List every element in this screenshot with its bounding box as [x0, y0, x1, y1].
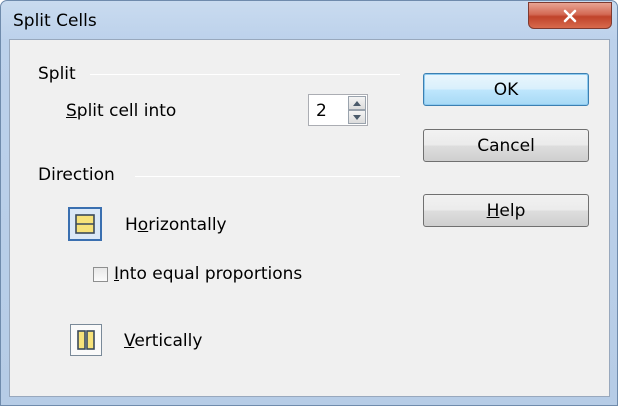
horizontally-label[interactable]: Horizontally — [125, 215, 227, 235]
horizontally-option-button[interactable] — [68, 207, 102, 241]
split-cell-into-label: Split cell into — [66, 101, 177, 121]
help-button[interactable]: Help — [423, 194, 589, 227]
dialog-title: Split Cells — [13, 11, 97, 31]
close-icon — [563, 9, 577, 22]
chevron-up-icon — [353, 100, 361, 106]
title-bar[interactable]: Split Cells — [1, 1, 617, 41]
split-group-label: Split — [38, 64, 76, 84]
direction-group-divider — [135, 176, 400, 177]
ok-button[interactable]: OK — [423, 73, 589, 106]
split-group-divider — [90, 74, 400, 75]
direction-group-label: Direction — [38, 165, 115, 185]
split-vertical-icon — [77, 330, 95, 350]
vertically-label[interactable]: Vertically — [124, 331, 202, 351]
cancel-button[interactable]: Cancel — [423, 129, 589, 162]
equal-proportions-label[interactable]: Into equal proportions — [114, 264, 302, 284]
vertically-option-button[interactable] — [70, 324, 102, 356]
split-horizontal-icon — [75, 214, 95, 234]
dialog-body: Split Split cell into 2 Direction Horizo… — [9, 39, 610, 397]
equal-proportions-checkbox[interactable] — [93, 267, 108, 282]
close-button[interactable] — [528, 2, 612, 29]
split-cell-into-spinbox[interactable]: 2 — [308, 94, 368, 126]
chevron-down-icon — [353, 114, 361, 120]
split-cell-into-value[interactable]: 2 — [316, 101, 327, 121]
split-cells-dialog: Split Cells Split Split cell into 2 Dire… — [0, 0, 618, 406]
spin-up-button[interactable] — [348, 96, 366, 110]
spin-down-button[interactable] — [348, 110, 366, 124]
spin-buttons — [348, 96, 366, 124]
